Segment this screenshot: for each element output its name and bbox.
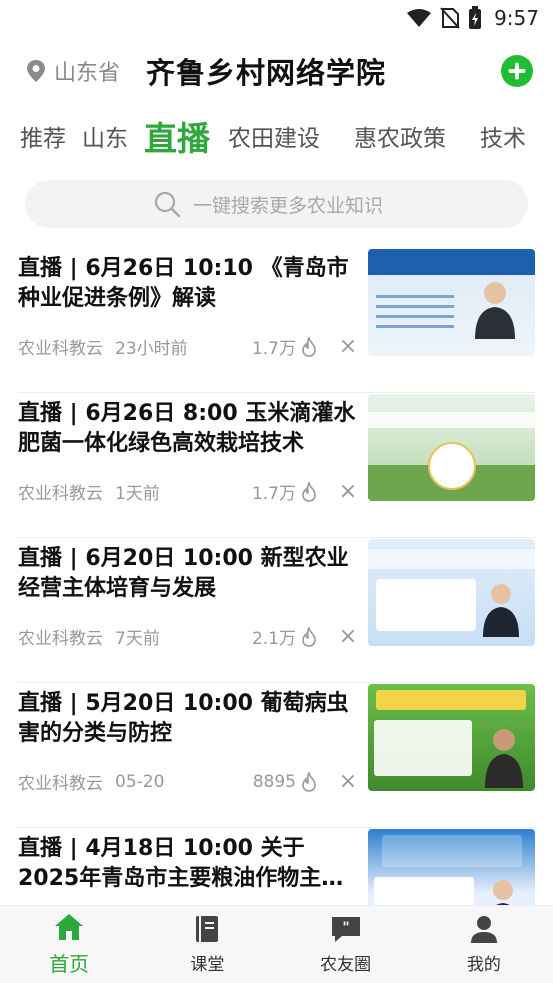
item-meta: 农业科教云 05-20 8895 × [18, 769, 358, 794]
nav-community[interactable]: " 农友圈 [277, 906, 415, 983]
item-thumbnail [368, 394, 535, 501]
item-time: 23小时前 [115, 339, 188, 359]
location-label: 山东省 [54, 61, 121, 86]
add-button[interactable] [501, 55, 533, 87]
speaker-portrait-icon [483, 584, 519, 637]
item-source: 农业科教云 [18, 339, 103, 359]
dismiss-icon[interactable]: × [338, 479, 358, 504]
tab-technology[interactable]: 技术 [480, 119, 526, 153]
item-meta: 农业科教云 7天前 2.1万 × [18, 624, 358, 649]
nav-classroom-label: 课堂 [190, 955, 225, 975]
bottom-nav: 首页 课堂 " 农友圈 我的 [0, 905, 553, 983]
live-feed: 直播 | 6月26日 10:10 《青岛市种业促进条例》解读 农业科教云 23小… [0, 248, 553, 973]
location-selector[interactable]: 山东省 [26, 55, 120, 87]
tab-farmland[interactable]: 农田建设 [228, 119, 320, 153]
nav-profile[interactable]: 我的 [415, 906, 553, 983]
nav-home[interactable]: 首页 [0, 906, 138, 983]
nav-classroom[interactable]: 课堂 [138, 906, 276, 983]
item-source: 农业科教云 [18, 484, 103, 504]
clock: 9:57 [494, 6, 539, 30]
fire-icon [302, 626, 316, 647]
nav-profile-label: 我的 [466, 955, 501, 975]
item-views: 1.7万 [251, 339, 296, 359]
item-meta: 农业科教云 1天前 1.7万 × [18, 479, 358, 504]
chat-quote-icon: " [331, 917, 360, 942]
item-title: 直播 | 6月26日 10:10 《青岛市种业促进条例》解读 [18, 256, 349, 311]
item-thumbnail [368, 684, 535, 791]
item-source: 农业科教云 [18, 629, 103, 649]
location-pin-icon [27, 60, 45, 82]
search-input[interactable]: 一键搜索更多农业知识 [25, 180, 528, 228]
search-icon [154, 191, 181, 218]
item-views: 1.7万 [251, 484, 296, 504]
list-item[interactable]: 直播 | 6月26日 10:10 《青岛市种业促进条例》解读 农业科教云 23小… [18, 248, 535, 393]
item-source: 农业科教云 [18, 774, 103, 794]
app-header: 山东省 齐鲁乡村网络学院 [0, 36, 553, 106]
dismiss-icon[interactable]: × [338, 769, 358, 794]
item-title: 直播 | 6月20日 10:00 新型农业经营主体培育与发展 [18, 546, 349, 601]
dismiss-icon[interactable]: × [338, 624, 358, 649]
battery-charging-icon [469, 6, 482, 29]
dismiss-icon[interactable]: × [338, 334, 358, 359]
item-meta: 农业科教云 23小时前 1.7万 × [18, 334, 358, 359]
tab-live[interactable]: 直播 [144, 112, 210, 160]
search-placeholder: 一键搜索更多农业知识 [193, 194, 384, 217]
item-time: 05-20 [115, 771, 165, 792]
nav-community-label: 农友圈 [320, 955, 372, 975]
no-sim-icon [440, 7, 460, 29]
nav-home-label: 首页 [49, 952, 90, 976]
category-tabs: 推荐 山东 直播 农田建设 惠农政策 技术 [0, 106, 553, 166]
item-title: 直播 | 4月18日 10:00 关于2025年青岛市主要粮油作物主导品种推介 [18, 836, 344, 891]
fire-icon [302, 771, 316, 792]
item-time: 7天前 [115, 629, 160, 649]
item-time: 1天前 [115, 484, 160, 504]
item-title: 直播 | 6月26日 8:00 玉米滴灌水肥菌一体化绿色高效栽培技术 [18, 401, 356, 456]
list-item[interactable]: 直播 | 6月20日 10:00 新型农业经营主体培育与发展 农业科教云 7天前… [18, 538, 535, 683]
list-item[interactable]: 直播 | 5月20日 10:00 葡萄病虫害的分类与防控 农业科教云 05-20… [18, 683, 535, 828]
item-views: 8895 [252, 771, 296, 792]
tab-recommend[interactable]: 推荐 [20, 119, 66, 153]
book-icon [196, 916, 219, 942]
item-thumbnail [368, 539, 535, 646]
tab-policy[interactable]: 惠农政策 [354, 119, 446, 153]
speaker-portrait-icon [475, 282, 515, 339]
item-title: 直播 | 5月20日 10:00 葡萄病虫害的分类与防控 [18, 691, 349, 746]
speaker-portrait-icon [485, 729, 523, 788]
item-thumbnail [368, 249, 535, 356]
item-views: 2.1万 [251, 629, 296, 649]
list-item[interactable]: 直播 | 6月26日 8:00 玉米滴灌水肥菌一体化绿色高效栽培技术 农业科教云… [18, 393, 535, 538]
app-title: 齐鲁乡村网络学院 [146, 56, 387, 90]
user-icon [470, 916, 497, 943]
fire-icon [302, 481, 316, 502]
status-bar: 9:57 [0, 0, 553, 36]
wifi-icon [407, 9, 432, 27]
fire-icon [302, 336, 316, 357]
svg-text:": " [342, 920, 349, 936]
tab-shandong[interactable]: 山东 [82, 119, 128, 153]
home-icon [55, 914, 84, 940]
